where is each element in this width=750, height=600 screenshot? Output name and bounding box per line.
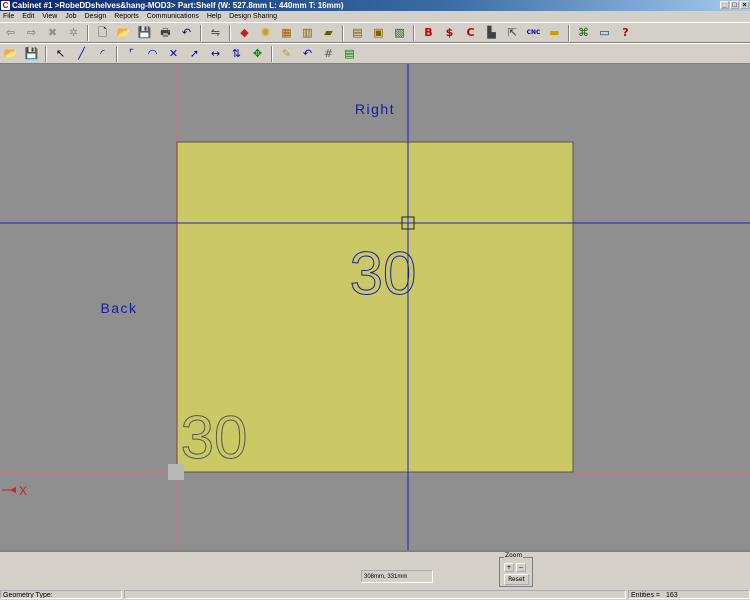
network-icon[interactable]: ⌘ <box>574 24 593 41</box>
save-icon[interactable]: 💾 <box>22 45 41 62</box>
cnc-icon[interactable]: CNC <box>524 24 543 41</box>
open-folder-icon[interactable]: 📂 <box>1 45 20 62</box>
toolbar-separator <box>568 24 570 41</box>
back-arrow-icon[interactable]: ⇦ <box>1 24 20 41</box>
back-side-label: Back <box>100 300 137 316</box>
toolbar-separator <box>200 24 202 41</box>
report-c-icon[interactable]: C <box>461 24 480 41</box>
move-tool-icon[interactable]: ✥ <box>248 45 267 62</box>
minimize-button[interactable]: _ <box>720 1 729 9</box>
menu-view[interactable]: View <box>39 11 60 22</box>
save-icon[interactable]: 💾 <box>135 24 154 41</box>
zoom-reset-button[interactable]: Reset <box>504 574 529 585</box>
toolbar-separator <box>413 24 415 41</box>
erase-tool-icon[interactable]: ✎ <box>277 45 296 62</box>
status-bar: Geometry Type: Entities = 163 <box>0 589 750 600</box>
help-icon[interactable]: ? <box>616 24 635 41</box>
close-button[interactable]: × <box>740 1 749 9</box>
colors-icon[interactable]: ◆ <box>235 24 254 41</box>
origin-x-label: X <box>19 484 27 498</box>
undo-draw-icon[interactable]: ↶ <box>298 45 317 62</box>
menu-file[interactable]: File <box>0 11 17 22</box>
entities-label: Entities = <box>631 592 660 599</box>
menu-design-sharing[interactable]: Design Sharing <box>226 11 280 22</box>
zoom-group: Zoom + − Reset <box>499 552 533 587</box>
extend-tool-icon[interactable]: ➚ <box>185 45 204 62</box>
toolbar-separator <box>45 45 47 62</box>
title-bar: C Cabinet #1 >RobeDDshelves&hang-MOD3> Pa… <box>0 0 750 11</box>
origin-grip[interactable] <box>168 464 184 480</box>
menu-help[interactable]: Help <box>204 11 224 22</box>
arc-tool-icon[interactable]: ◜ <box>93 45 112 62</box>
door-icon[interactable]: ▥ <box>298 24 317 41</box>
right-side-label: Right <box>355 101 395 117</box>
center-number-outline: 30 <box>350 240 417 307</box>
coordinate-readout: 308mm, 331mm <box>361 570 433 583</box>
maximize-button[interactable]: □ <box>730 1 739 9</box>
drawing-toolbar: 📂 💾 ↖ ╱ ◜ ⌜ ◠ ✕ ➚ ↔ ⇅ ✥ ✎ ↶ # ▤ <box>0 43 750 64</box>
toolbar-separator <box>116 45 118 62</box>
zoom-in-button[interactable]: + <box>504 563 514 572</box>
app-icon: C <box>1 1 10 10</box>
bottom-panel: 308mm, 331mm Zoom + − Reset <box>0 550 750 589</box>
status-message <box>124 590 626 599</box>
properties-icon[interactable]: ⇋ <box>206 24 225 41</box>
grid-icon[interactable]: # <box>319 45 338 62</box>
forward-arrow-icon[interactable]: ⇨ <box>22 24 41 41</box>
layout-icon[interactable]: ▧ <box>390 24 409 41</box>
fillet-tool-icon[interactable]: ⌜ <box>122 45 141 62</box>
cabinets-icon[interactable]: ▣ <box>369 24 388 41</box>
new-file-icon[interactable]: 🗋 <box>93 24 112 41</box>
menu-job[interactable]: Job <box>62 11 79 22</box>
entities-status: Entities = 163 <box>628 590 750 599</box>
optimize-icon[interactable]: ▙ <box>482 24 501 41</box>
part-drawing[interactable]: Right Back 30 30 X <box>0 64 750 550</box>
undo-icon[interactable]: ↶ <box>177 24 196 41</box>
toolbar-separator <box>229 24 231 41</box>
toolbar-separator <box>342 24 344 41</box>
trim-tool-icon[interactable]: ✕ <box>164 45 183 62</box>
corner-number-outline: 30 <box>181 404 248 471</box>
menu-edit[interactable]: Edit <box>19 11 37 22</box>
toolbar-separator <box>271 45 273 62</box>
zoom-out-button[interactable]: − <box>516 563 526 572</box>
round-corner-icon[interactable]: ◠ <box>143 45 162 62</box>
edit-panel-icon[interactable]: ▦ <box>277 24 296 41</box>
cabinet-icon[interactable]: ▤ <box>348 24 367 41</box>
open-folder-icon[interactable]: 📂 <box>114 24 133 41</box>
line-tool-icon[interactable]: ╱ <box>72 45 91 62</box>
labels-icon[interactable]: ▬ <box>545 24 564 41</box>
print-icon[interactable]: 🖶 <box>156 24 175 41</box>
menu-communications[interactable]: Communications <box>144 11 202 22</box>
export-icon[interactable]: ⇱ <box>503 24 522 41</box>
report-b-icon[interactable]: B <box>419 24 438 41</box>
dimension-tool-icon[interactable]: ↔ <box>206 45 225 62</box>
origin-arrow-icon <box>10 487 16 493</box>
entities-count: 163 <box>665 592 678 599</box>
mirror-tool-icon[interactable]: ⇅ <box>227 45 246 62</box>
drawing-canvas[interactable]: Right Back 30 30 X <box>0 64 750 550</box>
window-title: Cabinet #1 >RobeDDshelves&hang-MOD3> Par… <box>12 1 344 10</box>
menu-reports[interactable]: Reports <box>111 11 142 22</box>
material-icon[interactable]: ▰ <box>319 24 338 41</box>
menu-design[interactable]: Design <box>82 11 110 22</box>
toolbar-separator <box>87 24 89 41</box>
lighting-icon[interactable]: ✺ <box>256 24 275 41</box>
geometry-type-status: Geometry Type: <box>0 590 122 599</box>
gear-icon[interactable]: ✲ <box>64 24 83 41</box>
zoom-label: Zoom <box>504 552 524 560</box>
layers-icon[interactable]: ▤ <box>340 45 359 62</box>
report-dollar-icon[interactable]: $ <box>440 24 459 41</box>
stop-icon[interactable]: ✖ <box>43 24 62 41</box>
select-arrow-icon[interactable]: ↖ <box>51 45 70 62</box>
menu-bar: File Edit View Job Design Reports Commun… <box>0 11 750 22</box>
monitor-icon[interactable]: ▭ <box>595 24 614 41</box>
main-toolbar: ⇦ ⇨ ✖ ✲ 🗋 📂 💾 🖶 ↶ ⇋ ◆ ✺ ▦ ▥ ▰ ▤ ▣ ▧ B $ C ▙ ⇱ CNC ▬ ⌘ ▭? <box>0 22 750 43</box>
